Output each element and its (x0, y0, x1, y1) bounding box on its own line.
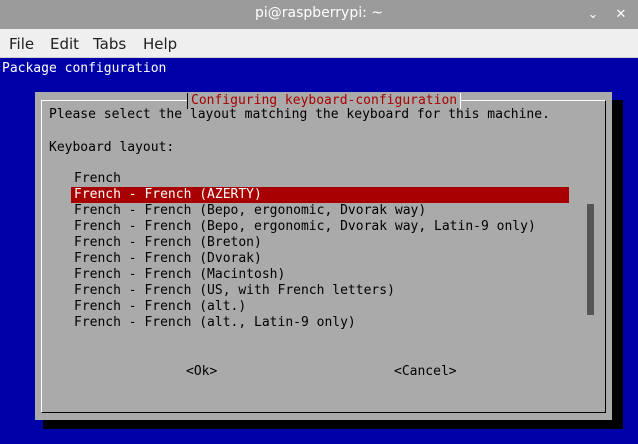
minimize-icon[interactable]: ⌄ (584, 6, 602, 24)
menu-help[interactable]: Help (143, 35, 177, 53)
list-item[interactable]: French - French (Dvorak) (71, 251, 569, 267)
ok-button[interactable]: <Ok> (186, 364, 217, 379)
list-item[interactable]: French - French (Breton) (71, 235, 569, 251)
window-title-bar: pi@raspberrypi: ~ ⌄ ✕ (0, 0, 638, 29)
menu-file[interactable]: File (9, 35, 34, 53)
window-title: pi@raspberrypi: ~ (254, 5, 384, 21)
menu-tabs[interactable]: Tabs (93, 35, 126, 53)
list-item[interactable]: French (71, 171, 569, 187)
list-item[interactable]: French - French (alt.) (71, 299, 569, 315)
list-scrollbar[interactable] (587, 204, 594, 315)
list-item[interactable]: French - French (alt., Latin-9 only) (71, 315, 569, 331)
close-icon[interactable]: ✕ (612, 6, 630, 24)
keyboard-layout-label: Keyboard layout: (49, 140, 175, 155)
menu-edit[interactable]: Edit (50, 35, 79, 53)
keyboard-layout-list[interactable]: French French - French (AZERTY) French -… (71, 171, 569, 331)
package-configuration-header: Package configuration (2, 61, 167, 76)
list-item[interactable]: French - French (Bepo, ergonomic, Dvorak… (71, 203, 569, 219)
terminal-area[interactable]: Package configuration Configuring keyboa… (0, 58, 638, 444)
dialog-prompt: Please select the layout matching the ke… (49, 107, 550, 122)
cancel-button[interactable]: <Cancel> (394, 364, 457, 379)
list-item-selected[interactable]: French - French (AZERTY) (71, 187, 569, 203)
list-item[interactable]: French - French (Bepo, ergonomic, Dvorak… (71, 219, 569, 235)
list-item[interactable]: French - French (US, with French letters… (71, 283, 569, 299)
keyboard-configuration-dialog: Configuring keyboard-configuration Pleas… (35, 92, 612, 420)
menu-bar: File Edit Tabs Help (0, 29, 638, 58)
list-item[interactable]: French - French (Macintosh) (71, 267, 569, 283)
